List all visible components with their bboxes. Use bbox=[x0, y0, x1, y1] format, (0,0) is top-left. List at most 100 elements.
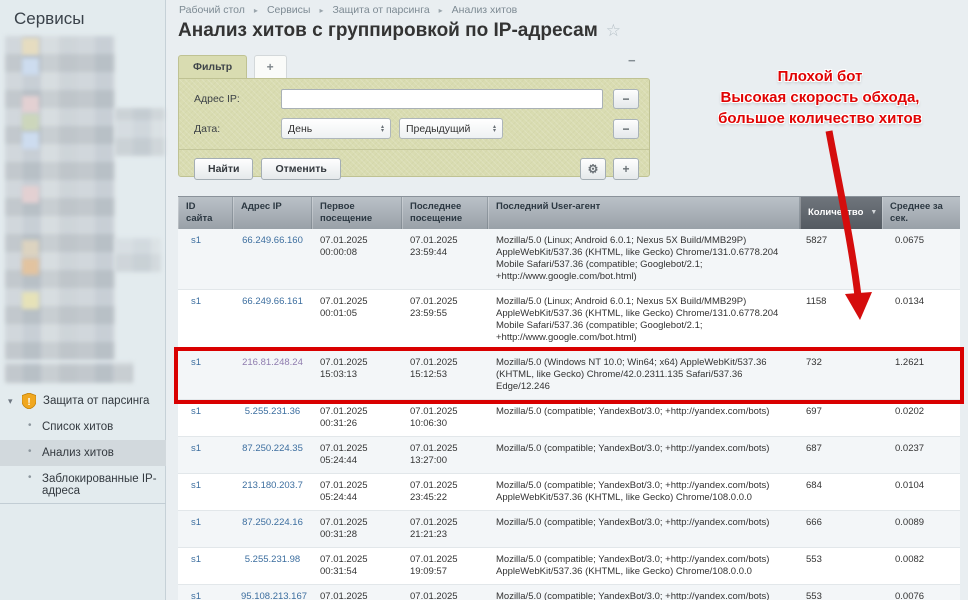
user-agent-cell: Mozilla/5.0 (compatible; YandexBot/3.0; … bbox=[488, 437, 800, 473]
page-title: Анализ хитов с группировкой по IP-адреса… bbox=[178, 20, 621, 42]
breadcrumb-link[interactable]: Рабочий стол bbox=[179, 4, 245, 16]
site-id-link[interactable]: s1 bbox=[178, 437, 233, 473]
last-visit-cell: 07.01.2025 20:50:57 bbox=[402, 585, 488, 600]
date-value-text: Предыдущий bbox=[406, 123, 470, 135]
breadcrumb-link[interactable]: Защита от парсинга bbox=[332, 4, 429, 16]
avg-per-sec-cell: 0.0104 bbox=[882, 474, 960, 510]
column-header-site-id[interactable]: ID сайта bbox=[178, 197, 233, 229]
avg-per-sec-cell: 0.0089 bbox=[882, 511, 960, 547]
breadcrumb-separator-icon: ▸ bbox=[439, 6, 443, 15]
bullet-icon: • bbox=[28, 420, 32, 431]
user-agent-cell: Mozilla/5.0 (compatible; YandexBot/3.0; … bbox=[488, 511, 800, 547]
site-id-link[interactable]: s1 bbox=[178, 585, 233, 600]
last-visit-cell: 07.01.2025 23:59:44 bbox=[402, 229, 488, 289]
first-visit-cell: 07.01.2025 00:31:54 bbox=[312, 548, 402, 584]
hits-count-cell: 732 bbox=[800, 351, 882, 399]
breadcrumb-link[interactable]: Анализ хитов bbox=[452, 4, 518, 16]
column-header-ip[interactable]: Адрес IP bbox=[233, 197, 312, 229]
user-agent-cell: Mozilla/5.0 (compatible; YandexBot/3.0; … bbox=[488, 585, 800, 600]
ip-address-link[interactable]: 5.255.231.36 bbox=[233, 400, 312, 436]
ip-address-link[interactable]: 5.255.231.98 bbox=[233, 548, 312, 584]
find-button[interactable]: Найти bbox=[194, 158, 253, 180]
first-visit-cell: 07.01.2025 15:03:13 bbox=[312, 351, 402, 399]
sidebar-item-label: Список хитов bbox=[42, 421, 113, 433]
date-field-label: Дата: bbox=[194, 123, 281, 135]
breadcrumb-link[interactable]: Сервисы bbox=[267, 4, 311, 16]
filter-settings-gear-button[interactable]: ⚙ bbox=[580, 158, 606, 180]
avg-per-sec-cell: 0.0202 bbox=[882, 400, 960, 436]
user-agent-cell: Mozilla/5.0 (compatible; YandexBot/3.0; … bbox=[488, 400, 800, 436]
filter-collapse-button[interactable]: − bbox=[628, 53, 636, 68]
sidebar-item-label: Защита от парсинга bbox=[43, 395, 149, 407]
cancel-button[interactable]: Отменить bbox=[261, 158, 340, 180]
user-agent-cell: Mozilla/5.0 (compatible; YandexBot/3.0; … bbox=[488, 474, 800, 510]
ip-address-link[interactable]: 66.249.66.160 bbox=[233, 229, 312, 289]
column-header-avg-per-sec[interactable]: Среднее за сек. bbox=[882, 197, 960, 229]
sidebar-item-blocked-ips[interactable]: • Заблокированные IP-адреса bbox=[0, 466, 166, 504]
ip-address-link[interactable]: 66.249.66.161 bbox=[233, 290, 312, 350]
date-period-select[interactable]: День ▴▾ bbox=[281, 118, 391, 139]
sidebar-item-hit-analysis[interactable]: • Анализ хитов bbox=[0, 440, 166, 466]
date-value-select[interactable]: Предыдущий ▴▾ bbox=[399, 118, 503, 139]
last-visit-cell: 07.01.2025 13:27:00 bbox=[402, 437, 488, 473]
site-id-link[interactable]: s1 bbox=[178, 548, 233, 584]
sidebar: Сервисы ▾ ! Защита от парсинга • bbox=[0, 0, 166, 600]
breadcrumb-separator-icon: ▸ bbox=[319, 6, 323, 15]
site-id-link[interactable]: s1 bbox=[178, 290, 233, 350]
ip-address-link[interactable]: 95.108.213.167 bbox=[233, 585, 312, 600]
sidebar-item-hit-list[interactable]: • Список хитов bbox=[0, 414, 166, 440]
svg-text:!: ! bbox=[27, 397, 30, 408]
chevron-down-icon[interactable]: ▾ bbox=[8, 396, 17, 407]
site-id-link[interactable]: s1 bbox=[178, 229, 233, 289]
avg-per-sec-cell: 0.0082 bbox=[882, 548, 960, 584]
filter-tabs: Фильтр + bbox=[178, 55, 650, 78]
filter-panel: Адрес IP: − Дата: День ▴▾ Предыдущий ▴▾ … bbox=[178, 78, 650, 177]
add-condition-button[interactable]: + bbox=[613, 158, 639, 180]
last-visit-cell: 07.01.2025 15:12:53 bbox=[402, 351, 488, 399]
annotation-line: большое количество хитов bbox=[665, 108, 968, 129]
table-row: s1 216.81.248.24 07.01.2025 15:03:13 07.… bbox=[178, 351, 960, 400]
first-visit-cell: 07.01.2025 05:24:44 bbox=[312, 437, 402, 473]
hits-count-cell: 553 bbox=[800, 585, 882, 600]
column-header-user-agent[interactable]: Последний User-агент bbox=[488, 197, 800, 229]
first-visit-cell: 07.01.2025 00:31:26 bbox=[312, 400, 402, 436]
sidebar-title: Сервисы bbox=[0, 0, 165, 38]
sidebar-item-parsing-protection[interactable]: ▾ ! Защита от парсинга bbox=[0, 388, 166, 414]
bullet-icon: • bbox=[28, 472, 32, 483]
ip-address-link[interactable]: 87.250.224.16 bbox=[233, 511, 312, 547]
spinner-arrows-icon: ▴▾ bbox=[493, 125, 496, 133]
site-id-link[interactable]: s1 bbox=[178, 511, 233, 547]
ip-address-input[interactable] bbox=[281, 89, 603, 109]
avg-per-sec-cell: 0.0237 bbox=[882, 437, 960, 473]
ip-address-link[interactable]: 216.81.248.24 bbox=[233, 351, 312, 399]
avg-per-sec-cell: 0.0134 bbox=[882, 290, 960, 350]
user-agent-cell: Mozilla/5.0 (Linux; Android 6.0.1; Nexus… bbox=[488, 290, 800, 350]
column-header-first-visit[interactable]: Первое посещение bbox=[312, 197, 402, 229]
column-header-count-sorted[interactable]: Количество ▼ bbox=[800, 197, 882, 229]
user-agent-cell: Mozilla/5.0 (Windows NT 10.0; Win64; x64… bbox=[488, 351, 800, 399]
table-row: s1 66.249.66.161 07.01.2025 00:01:05 07.… bbox=[178, 290, 960, 351]
bad-bot-annotation: Плохой бот Высокая скорость обхода, боль… bbox=[665, 66, 968, 129]
warning-shield-icon: ! bbox=[22, 393, 36, 409]
ip-address-link[interactable]: 213.180.203.7 bbox=[233, 474, 312, 510]
site-id-link[interactable]: s1 bbox=[178, 400, 233, 436]
user-agent-cell: Mozilla/5.0 (Linux; Android 6.0.1; Nexus… bbox=[488, 229, 800, 289]
column-header-last-visit[interactable]: Последнее посещение bbox=[402, 197, 488, 229]
sidebar-item-label: Заблокированные IP-адреса bbox=[42, 473, 160, 497]
hits-count-cell: 697 bbox=[800, 400, 882, 436]
remove-ip-condition-button[interactable]: − bbox=[613, 89, 639, 109]
sidebar-menu: ▾ ! Защита от парсинга • Список хитов • … bbox=[0, 388, 166, 504]
tab-filter[interactable]: Фильтр bbox=[178, 55, 247, 78]
site-id-link[interactable]: s1 bbox=[178, 474, 233, 510]
last-visit-cell: 07.01.2025 19:09:57 bbox=[402, 548, 488, 584]
site-id-link[interactable]: s1 bbox=[178, 351, 233, 399]
favorite-star-icon[interactable]: ☆ bbox=[606, 21, 621, 40]
ip-address-link[interactable]: 87.250.224.35 bbox=[233, 437, 312, 473]
sidebar-divider bbox=[0, 503, 166, 504]
spinner-arrows-icon: ▴▾ bbox=[381, 125, 384, 133]
table-row: s1 95.108.213.167 07.01.2025 00:31:28 07… bbox=[178, 585, 960, 600]
page-title-text: Анализ хитов с группировкой по IP-адреса… bbox=[178, 20, 598, 41]
add-filter-tab-button[interactable]: + bbox=[254, 55, 287, 78]
remove-date-condition-button[interactable]: − bbox=[613, 119, 639, 139]
first-visit-cell: 07.01.2025 00:31:28 bbox=[312, 511, 402, 547]
